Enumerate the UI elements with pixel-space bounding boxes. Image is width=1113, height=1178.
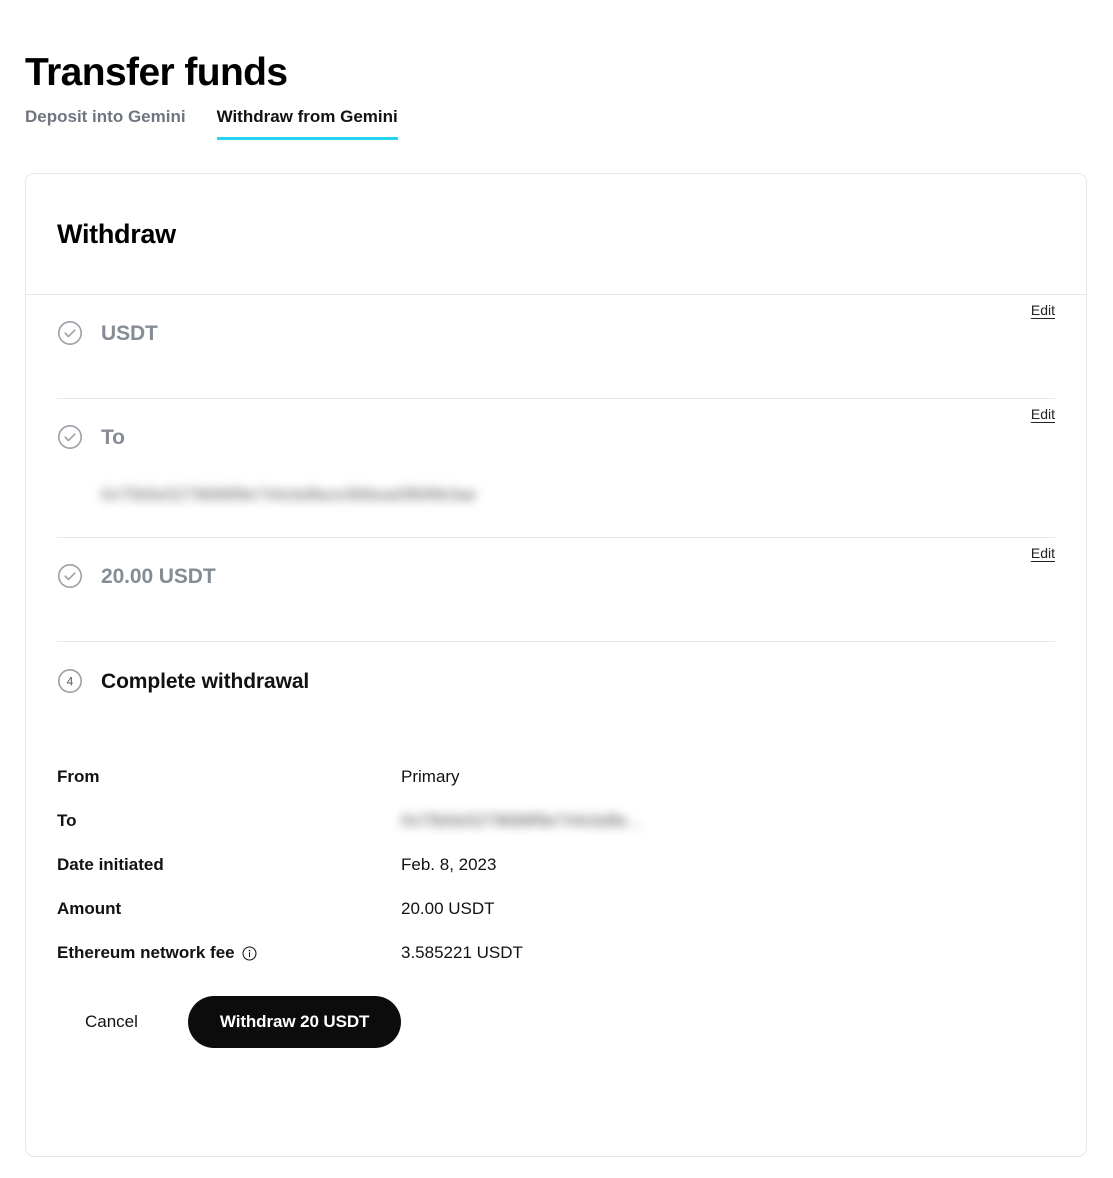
step-asset-label: USDT — [101, 322, 158, 345]
detail-value-to-redacted: 0x75b5e5279688f9e744cbdfa… — [401, 811, 643, 830]
detail-value-amount: 20.00 USDT — [401, 899, 495, 918]
tab-withdraw-from-gemini[interactable]: Withdraw from Gemini — [216, 106, 398, 140]
destination-address-redacted: 0x75b5e5279688f9e744cbdface366ead3fbf9b3… — [101, 485, 477, 504]
detail-value-network-fee: 3.585221 USDT — [401, 943, 523, 962]
step-complete-withdrawal-label: Complete withdrawal — [101, 670, 310, 693]
info-icon[interactable] — [242, 946, 257, 961]
tab-deposit-into-gemini[interactable]: Deposit into Gemini — [25, 106, 186, 140]
detail-label-network-fee: Ethereum network fee — [57, 942, 401, 964]
tab-deposit-into-gemini-label: Deposit into Gemini — [25, 107, 186, 126]
cancel-button[interactable]: Cancel — [57, 999, 166, 1045]
check-circle-icon — [57, 424, 83, 450]
detail-value-date-initiated: Feb. 8, 2023 — [401, 855, 497, 874]
detail-label-amount: Amount — [57, 899, 122, 918]
step-amount-label: 20.00 USDT — [101, 565, 216, 588]
card-body: USDT Edit To 0x75b5e5279688f9e744cbdface… — [26, 295, 1086, 1048]
card-header: Withdraw — [26, 174, 1086, 295]
edit-destination-link[interactable]: Edit — [1031, 405, 1055, 423]
check-circle-icon — [57, 563, 83, 589]
step-destination-label: To — [101, 426, 125, 449]
edit-amount-link[interactable]: Edit — [1031, 544, 1055, 562]
detail-row-amount: Amount 20.00 USDT — [57, 898, 1055, 920]
step-amount: 20.00 USDT Edit — [57, 538, 1055, 642]
withdrawal-summary: From Primary To 0x75b5e5279688f9e744cbdf… — [57, 766, 1055, 964]
withdraw-submit-button[interactable]: Withdraw 20 USDT — [187, 996, 402, 1048]
detail-label-network-fee-text: Ethereum network fee — [57, 943, 235, 962]
step-number-icon: 4 — [57, 668, 83, 694]
detail-row-from: From Primary — [57, 766, 1055, 788]
page-title: Transfer funds — [25, 51, 288, 95]
detail-label-date-initiated: Date initiated — [57, 855, 164, 874]
detail-label-to: To — [57, 811, 77, 830]
tab-bar: Deposit into Gemini Withdraw from Gemini — [25, 106, 398, 140]
step-complete-withdrawal: 4 Complete withdrawal From Primary To 0x — [57, 642, 1055, 1048]
detail-label-from: From — [57, 767, 100, 786]
detail-value-from: Primary — [401, 767, 460, 786]
detail-row-network-fee: Ethereum network fee 3.585221 USDT — [57, 942, 1055, 964]
detail-row-date-initiated: Date initiated Feb. 8, 2023 — [57, 854, 1055, 876]
card-title: Withdraw — [57, 219, 176, 249]
step-asset: USDT Edit — [57, 295, 1055, 399]
transfer-funds-page: Transfer funds Deposit into Gemini Withd… — [0, 0, 1113, 1178]
step-destination: To 0x75b5e5279688f9e744cbdface366ead3fbf… — [57, 399, 1055, 538]
detail-row-to: To 0x75b5e5279688f9e744cbdfa… — [57, 810, 1055, 832]
check-circle-icon — [57, 320, 83, 346]
edit-asset-link[interactable]: Edit — [1031, 301, 1055, 319]
withdraw-card: Withdraw USDT Edit To 0x75b5e5279688f9e7… — [25, 173, 1087, 1157]
svg-text:4: 4 — [67, 674, 74, 688]
tab-withdraw-from-gemini-label: Withdraw from Gemini — [216, 107, 398, 126]
action-bar: Cancel Withdraw 20 USDT — [57, 996, 1055, 1048]
